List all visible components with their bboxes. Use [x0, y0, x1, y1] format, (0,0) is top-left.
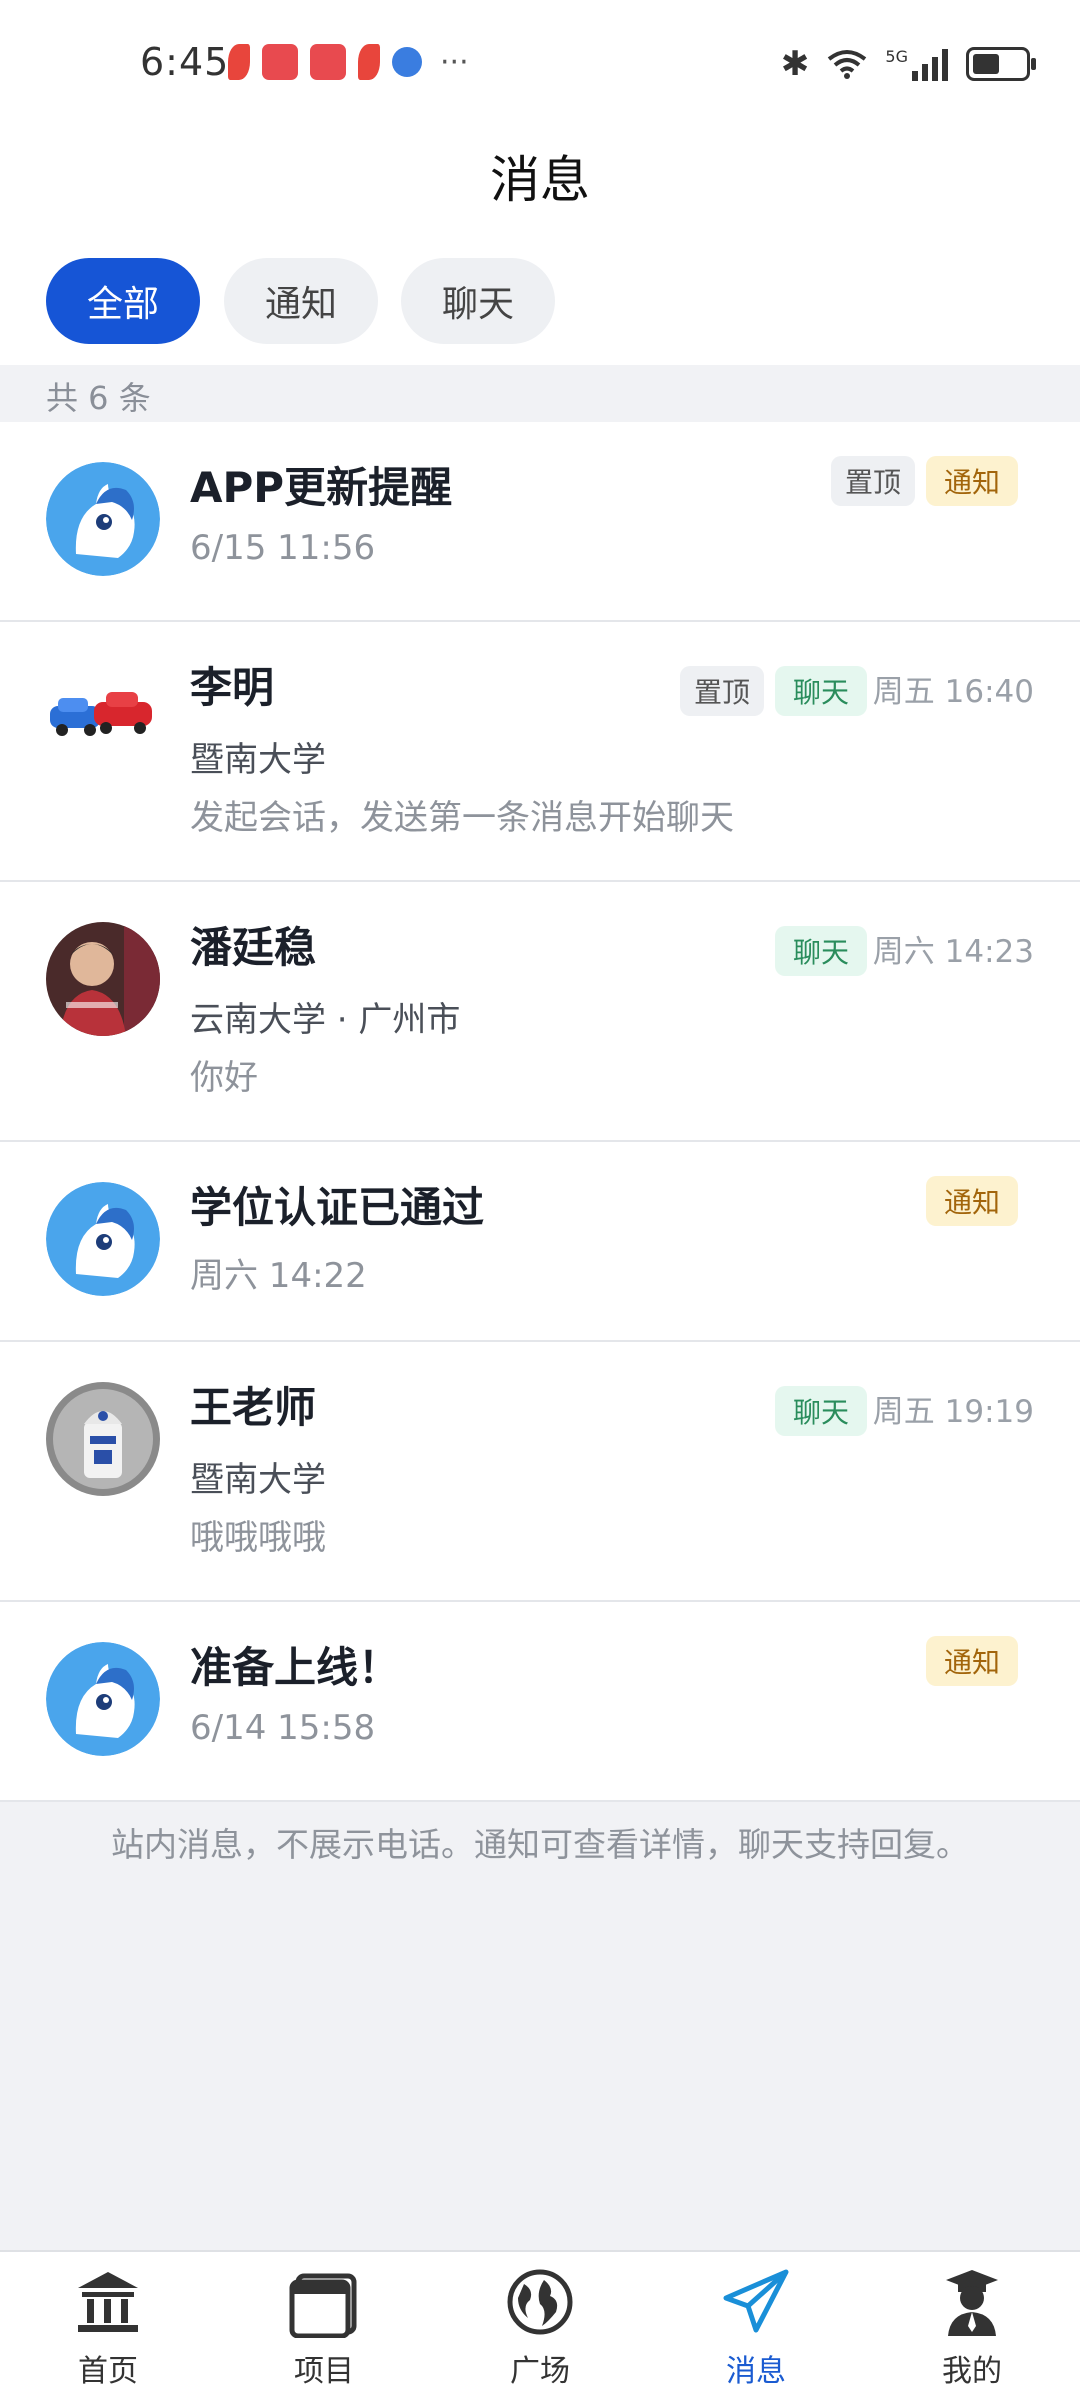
- tab-notice[interactable]: 通知: [224, 258, 378, 344]
- notice-badge: 通知: [926, 1176, 1018, 1226]
- message-time: 周五 19:19: [872, 1394, 1034, 1430]
- graduate-icon: [946, 2270, 998, 2336]
- nav-label: 项目: [294, 2354, 354, 2389]
- message-title: 学位认证已通过: [190, 1183, 485, 1232]
- folder-icon: [289, 2273, 357, 2339]
- status-bar: 6:45 ··· ✱ 5G: [0, 0, 1080, 130]
- page-title: 消息: [490, 151, 590, 209]
- bank-icon: [78, 2272, 138, 2332]
- message-item[interactable]: 学位认证已通过 周六 14:22 通知: [0, 1142, 1080, 1342]
- message-time: 6/15 11:56: [190, 528, 376, 568]
- message-item[interactable]: 王老师 暨南大学 哦哦哦哦 聊天 周五 19:19: [0, 1342, 1080, 1602]
- system-icons: ✱ 5G: [780, 44, 1036, 84]
- huawei-app-icon: [262, 44, 298, 80]
- person-photo: [46, 922, 160, 1036]
- notice-badge: 通知: [926, 456, 1018, 506]
- notice-badge: 通知: [926, 1636, 1018, 1686]
- wifi-icon: [828, 50, 867, 79]
- message-school: 暨南大学: [190, 1460, 326, 1500]
- tab-chat[interactable]: 聊天: [401, 258, 555, 344]
- message-title: 准备上线！: [190, 1643, 401, 1692]
- nav-label: 广场: [510, 2354, 570, 2389]
- nav-label: 消息: [726, 2354, 786, 2389]
- chat-badge: 聊天: [775, 666, 867, 716]
- huawei-app-icon: [310, 44, 346, 80]
- pony-icon: [46, 462, 160, 576]
- app-leaf-icon: [228, 44, 250, 80]
- message-school: 暨南大学: [190, 740, 326, 780]
- nav-plaza[interactable]: 广场: [480, 2266, 600, 2390]
- globe-icon: [507, 2269, 573, 2335]
- robot-photo: [46, 1382, 160, 1496]
- message-preview: 你好: [190, 1058, 258, 1098]
- paper-plane-icon: [723, 2269, 789, 2333]
- nav-projects[interactable]: 项目: [264, 2266, 384, 2390]
- nav-messages[interactable]: 消息: [696, 2266, 816, 2390]
- message-list: APP更新提醒 6/15 11:56 置顶 通知 李明 暨南大学 发起会话，发送…: [0, 422, 1080, 1802]
- bluetooth-icon: ✱: [780, 44, 810, 84]
- message-item[interactable]: APP更新提醒 6/15 11:56 置顶 通知: [0, 422, 1080, 622]
- message-time: 6/14 15:58: [190, 1708, 376, 1748]
- header: 消息: [0, 130, 1080, 240]
- message-title: 李明: [190, 663, 275, 712]
- notification-icons: ···: [228, 44, 469, 80]
- message-title: APP更新提醒: [190, 463, 453, 512]
- pony-icon: [46, 1642, 160, 1756]
- pinned-badge: 置顶: [680, 666, 764, 716]
- status-time: 6:45: [140, 40, 230, 84]
- filter-tabs: 全部 通知 聊天: [0, 240, 1080, 365]
- bottom-nav: 首页 项目 广场 消息 我的: [0, 2250, 1080, 2402]
- message-preview: 发起会话，发送第一条消息开始聊天: [190, 798, 734, 838]
- message-title: 王老师: [190, 1383, 317, 1432]
- pinned-badge: 置顶: [831, 456, 915, 506]
- more-notifications-icon: ···: [440, 44, 469, 80]
- nav-home[interactable]: 首页: [48, 2266, 168, 2390]
- nav-label: 首页: [78, 2354, 138, 2389]
- message-school: 云南大学 · 广州市: [190, 1000, 461, 1040]
- toy-cars-photo: [46, 662, 160, 776]
- battery-icon: [966, 47, 1036, 81]
- tab-all[interactable]: 全部: [46, 258, 200, 344]
- pony-icon: [46, 1182, 160, 1296]
- nav-label: 我的: [942, 2354, 1002, 2389]
- footnote: 站内消息，不展示电话。通知可查看详情，聊天支持回复。: [111, 1825, 969, 1864]
- chat-badge: 聊天: [775, 926, 867, 976]
- signal-icon: 5G: [885, 47, 948, 81]
- message-time: 周六 14:23: [872, 934, 1034, 970]
- message-item[interactable]: 潘廷稳 云南大学 · 广州市 你好 聊天 周六 14:23: [0, 882, 1080, 1142]
- message-item[interactable]: 准备上线！ 6/14 15:58 通知: [0, 1602, 1080, 1802]
- chat-badge: 聊天: [775, 1386, 867, 1436]
- message-time: 周六 14:22: [190, 1256, 367, 1296]
- count-bar: 共 6 条: [0, 365, 1080, 422]
- message-title: 潘廷稳: [190, 923, 317, 972]
- browser-app-icon: [392, 47, 422, 77]
- app-leaf-icon: [358, 44, 380, 80]
- message-preview: 哦哦哦哦: [190, 1518, 326, 1558]
- nav-mine[interactable]: 我的: [912, 2266, 1032, 2390]
- message-count: 共 6 条: [46, 379, 151, 417]
- message-time: 周五 16:40: [872, 674, 1034, 710]
- message-item[interactable]: 李明 暨南大学 发起会话，发送第一条消息开始聊天 置顶 聊天 周五 16:40: [0, 622, 1080, 882]
